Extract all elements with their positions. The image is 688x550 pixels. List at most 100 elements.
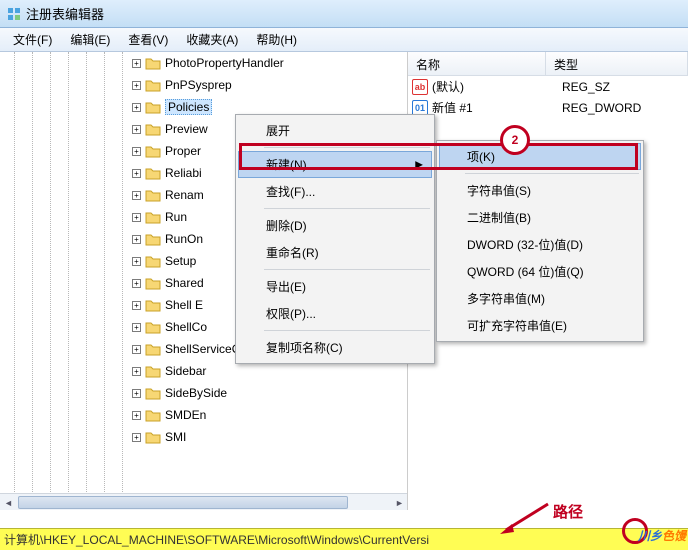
expand-icon[interactable]: + (132, 235, 141, 244)
folder-icon (145, 188, 161, 202)
ctx-new-multistring[interactable]: 多字符串值(M) (439, 285, 641, 312)
ctx-new[interactable]: 新建(N) ▶ (238, 151, 432, 178)
expand-icon[interactable]: + (132, 147, 141, 156)
expand-icon[interactable]: + (132, 191, 141, 200)
expand-icon[interactable]: + (132, 213, 141, 222)
ctx-new-string[interactable]: 字符串值(S) (439, 177, 641, 204)
ctx-rename[interactable]: 重命名(R) (238, 239, 432, 266)
menu-file[interactable]: 文件(F) (4, 28, 61, 51)
ctx-new-label: 新建(N) (266, 158, 307, 172)
folder-icon (145, 342, 161, 356)
folder-icon (145, 78, 161, 92)
folder-icon (145, 364, 161, 378)
tree-node[interactable]: + PhotoPropertyHandler (132, 52, 407, 74)
ctx-separator (264, 269, 430, 270)
tree-node[interactable]: + PnPSysprep (132, 74, 407, 96)
folder-icon (145, 100, 161, 114)
column-header-type[interactable]: 类型 (546, 52, 688, 75)
watermark: 川乡色馒 (638, 527, 686, 544)
tree-node-label: Proper (165, 144, 201, 158)
tree-node[interactable]: +SMDEn (132, 404, 407, 426)
ctx-expand[interactable]: 展开 (238, 117, 432, 144)
expand-icon[interactable]: + (132, 345, 141, 354)
ctx-new-dword[interactable]: DWORD (32-位)值(D) (439, 231, 641, 258)
ctx-copy-key-name[interactable]: 复制项名称(C) (238, 334, 432, 361)
tree-node-label: Policies (165, 99, 212, 115)
expand-icon[interactable]: + (132, 169, 141, 178)
watermark-part-b: 色馒 (662, 529, 686, 543)
ctx-export[interactable]: 导出(E) (238, 273, 432, 300)
expand-icon[interactable]: + (132, 59, 141, 68)
folder-icon (145, 276, 161, 290)
annotation-arrow-icon (498, 500, 558, 536)
expand-icon[interactable]: + (132, 81, 141, 90)
ctx-separator (264, 208, 430, 209)
tree-node-label: Sidebar (165, 364, 206, 378)
menu-view[interactable]: 查看(V) (119, 28, 177, 51)
scroll-right-button[interactable]: ► (391, 494, 408, 510)
watermark-part-a: 川乡 (638, 529, 662, 543)
ctx-new-binary[interactable]: 二进制值(B) (439, 204, 641, 231)
expand-icon[interactable]: + (132, 103, 141, 112)
tree-node[interactable]: +SideBySide (132, 382, 407, 404)
title-bar: 注册表编辑器 (0, 0, 688, 28)
list-row[interactable]: 01新值 #1REG_DWORD (408, 97, 688, 118)
tree-node-label: ShellCo (165, 320, 207, 334)
folder-icon (145, 210, 161, 224)
scroll-thumb[interactable] (18, 496, 348, 509)
ctx-delete[interactable]: 删除(D) (238, 212, 432, 239)
ctx-separator (264, 330, 430, 331)
folder-icon (145, 298, 161, 312)
horizontal-scrollbar[interactable]: ◄ ► (0, 493, 408, 510)
folder-icon (145, 254, 161, 268)
expand-icon[interactable]: + (132, 125, 141, 134)
tree-node-label: SMI (165, 430, 186, 444)
annotation-step-circle: 2 (500, 125, 530, 155)
folder-icon (145, 408, 161, 422)
tree-node-label: RunOn (165, 232, 203, 246)
folder-icon (145, 56, 161, 70)
expand-icon[interactable]: + (132, 367, 141, 376)
tree-node-label: Reliabi (165, 166, 202, 180)
list-header: 名称 类型 (408, 52, 688, 76)
ctx-new-qword[interactable]: QWORD (64 位)值(Q) (439, 258, 641, 285)
ctx-new-key[interactable]: 项(K) (439, 143, 641, 170)
status-path: 计算机\HKEY_LOCAL_MACHINE\SOFTWARE\Microsof… (4, 531, 429, 548)
tree-node[interactable]: + SMI (132, 426, 407, 448)
folder-icon (145, 430, 161, 444)
folder-icon (145, 386, 161, 400)
tree-node-label: PhotoPropertyHandler (165, 56, 284, 70)
menu-edit[interactable]: 编辑(E) (61, 28, 119, 51)
expand-icon[interactable]: + (132, 323, 141, 332)
window-title: 注册表编辑器 (26, 4, 104, 23)
expand-icon[interactable]: + (132, 389, 141, 398)
list-cell-name: 新值 #1 (432, 99, 562, 116)
expand-icon[interactable]: + (132, 279, 141, 288)
expand-icon[interactable]: + (132, 411, 141, 420)
list-cell-name: (默认) (432, 78, 562, 95)
ctx-find[interactable]: 查找(F)... (238, 178, 432, 205)
menu-bar: 文件(F) 编辑(E) 查看(V) 收藏夹(A) 帮助(H) (0, 28, 688, 52)
menu-help[interactable]: 帮助(H) (247, 28, 306, 51)
tree-node-label: PnPSysprep (165, 78, 232, 92)
expand-icon[interactable]: + (132, 257, 141, 266)
tree-node-label: Setup (165, 254, 196, 268)
folder-icon (145, 232, 161, 246)
value-type-icon: ab (412, 79, 428, 95)
context-menu: 展开 新建(N) ▶ 查找(F)... 删除(D) 重命名(R) 导出(E) 权… (235, 114, 435, 364)
ctx-separator (264, 147, 430, 148)
scroll-left-button[interactable]: ◄ (0, 494, 17, 510)
status-bar: 计算机\HKEY_LOCAL_MACHINE\SOFTWARE\Microsof… (0, 528, 688, 550)
list-row[interactable]: ab(默认)REG_SZ (408, 76, 688, 97)
column-header-name[interactable]: 名称 (408, 52, 546, 75)
tree-node-label: Shell E (165, 298, 203, 312)
app-icon (6, 6, 22, 22)
list-cell-type: REG_SZ (562, 80, 610, 94)
menu-favorites[interactable]: 收藏夹(A) (177, 28, 247, 51)
expand-icon[interactable]: + (132, 433, 141, 442)
expand-icon[interactable]: + (132, 301, 141, 310)
list-cell-type: REG_DWORD (562, 101, 641, 115)
ctx-new-expandstring[interactable]: 可扩充字符串值(E) (439, 312, 641, 339)
folder-icon (145, 122, 161, 136)
ctx-permissions[interactable]: 权限(P)... (238, 300, 432, 327)
